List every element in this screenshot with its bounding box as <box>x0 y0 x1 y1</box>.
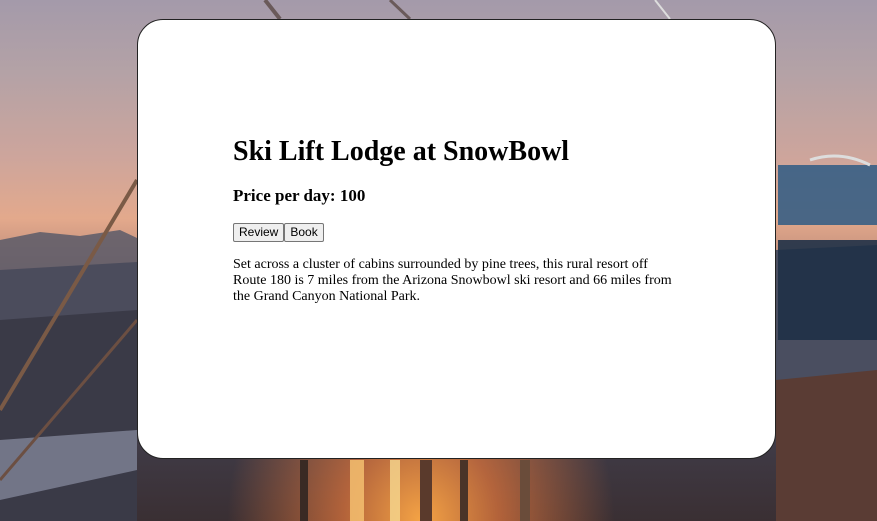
hotel-description: Set across a cluster of cabins surrounde… <box>233 257 672 304</box>
hotel-title: Ski Lift Lodge at SnowBowl <box>233 136 570 167</box>
book-button[interactable]: Book <box>284 223 324 242</box>
price-per-day: Price per day: 100 <box>233 186 366 205</box>
action-buttons: Review Book <box>233 223 673 242</box>
hotel-card: Ski Lift Lodge at SnowBowl Price per day… <box>137 19 776 459</box>
hotel-details: Ski Lift Lodge at SnowBowl Price per day… <box>233 136 673 305</box>
review-button[interactable]: Review <box>233 223 285 242</box>
